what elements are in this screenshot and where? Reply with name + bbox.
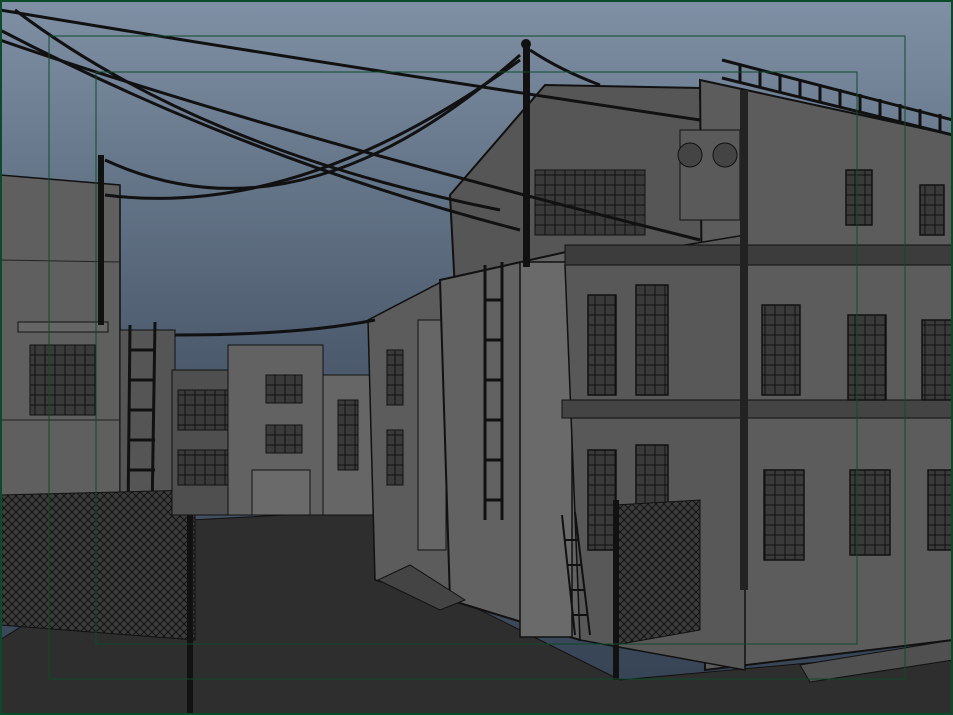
utility-pole-center xyxy=(523,42,530,267)
viewport-scene[interactable] xyxy=(0,0,953,715)
chainlink-fence-right xyxy=(614,499,701,646)
pole-top xyxy=(521,39,531,49)
utility-pole-left xyxy=(98,155,104,325)
3d-viewport[interactable] xyxy=(0,0,953,715)
center-building xyxy=(367,278,451,601)
fence-post-right xyxy=(613,500,619,680)
chainlink-fence-left xyxy=(0,489,196,641)
